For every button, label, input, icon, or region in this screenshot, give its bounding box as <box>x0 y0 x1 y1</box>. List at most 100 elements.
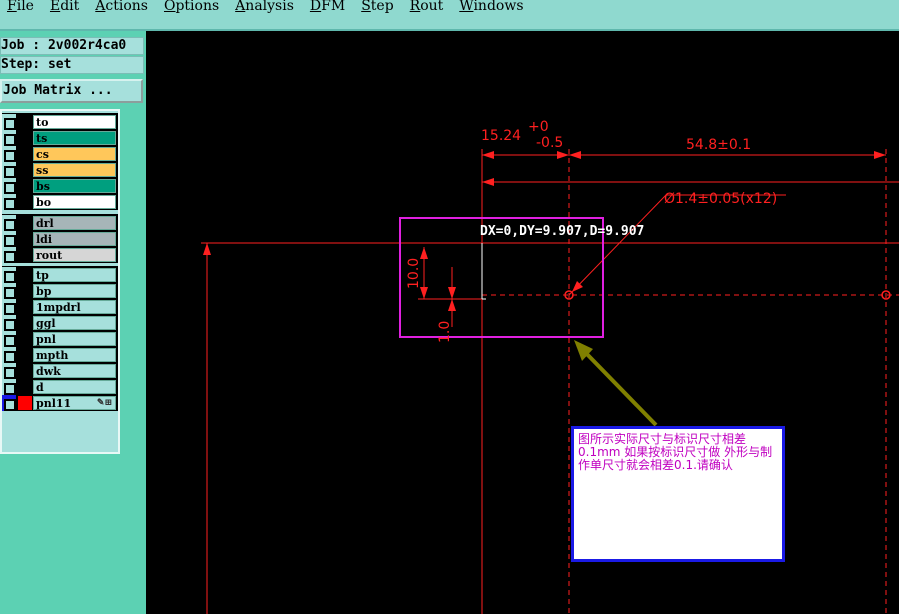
layer-name[interactable]: ldi <box>33 232 116 246</box>
layer-name[interactable]: bo <box>33 195 116 209</box>
layer-color-swatch[interactable] <box>18 131 32 145</box>
menu-file[interactable]: File <box>7 0 34 13</box>
layer-row-1mpdrl[interactable]: 1mpdrl <box>2 299 118 315</box>
callout-arrow <box>580 347 658 427</box>
menu-step[interactable]: Step <box>361 0 393 13</box>
layer-color-swatch[interactable] <box>18 396 32 410</box>
layer-row-pnl[interactable]: pnl <box>2 331 118 347</box>
layer-row-d[interactable]: d <box>2 379 118 395</box>
layer-name[interactable]: ss <box>33 163 116 177</box>
menu-rout[interactable]: Rout <box>410 0 444 13</box>
layer-checkbox[interactable] <box>2 283 16 299</box>
layer-checkbox[interactable] <box>2 331 16 347</box>
review-note: 图所示实际尺寸与标识尺寸相差0.1mm 如果按标识尺寸做 外形与制作单尺寸就会相… <box>571 426 785 562</box>
drawing-svg: 15.24 +0 -0.5 54.8±0.1 Ø1.4±0.05(x12) 10… <box>201 119 899 614</box>
layer-row-ldi[interactable]: ldi <box>2 231 118 247</box>
layer-row-ggl[interactable]: ggl <box>2 315 118 331</box>
layer-list: to ts cs ss bs bo drl ldi rout tp bp 1mpdrl ggl pnl mp… <box>0 109 120 454</box>
layer-checkbox[interactable] <box>2 231 16 247</box>
layer-checkbox[interactable] <box>2 130 16 146</box>
layer-color-swatch[interactable] <box>18 179 32 193</box>
layer-name[interactable]: ggl <box>33 316 116 330</box>
layer-row-pnl11[interactable]: pnl11 ✎⊞ <box>2 395 118 411</box>
layer-name[interactable]: 1mpdrl <box>33 300 116 314</box>
layer-color-swatch[interactable] <box>18 316 32 330</box>
menu-dfm[interactable]: DFM <box>310 0 345 13</box>
hole-leader <box>568 194 667 296</box>
layer-name[interactable]: ts <box>33 131 116 145</box>
dim-text-1: 1.0 <box>437 321 453 343</box>
layer-color-swatch[interactable] <box>18 348 32 362</box>
arrow-head <box>203 243 211 255</box>
layer-checkbox[interactable] <box>2 395 16 411</box>
layer-color-swatch[interactable] <box>18 147 32 161</box>
layer-name[interactable]: dwk <box>33 364 116 378</box>
layer-row-bo[interactable]: bo <box>2 194 118 210</box>
dim-text-10: 10.0 <box>406 258 422 289</box>
layer-row-bp[interactable]: bp <box>2 283 118 299</box>
layer-row-cs[interactable]: cs <box>2 146 118 162</box>
layer-checkbox[interactable] <box>2 215 16 231</box>
layer-row-dwk[interactable]: dwk <box>2 363 118 379</box>
layer-color-swatch[interactable] <box>18 195 32 209</box>
layer-checkbox[interactable] <box>2 363 16 379</box>
layer-color-swatch[interactable] <box>18 268 32 282</box>
layer-checkbox[interactable] <box>2 315 16 331</box>
measurement-readout: DX=0,DY=9.907,D=9.907 <box>480 224 645 239</box>
layer-checkbox[interactable] <box>2 247 16 263</box>
layer-color-swatch[interactable] <box>18 248 32 262</box>
layer-name[interactable]: pnl11 ✎⊞ <box>33 396 116 410</box>
layer-row-ss[interactable]: ss <box>2 162 118 178</box>
layer-checkbox[interactable] <box>2 347 16 363</box>
layer-checkbox[interactable] <box>2 379 16 395</box>
layer-row-rout[interactable]: rout <box>2 247 118 263</box>
layer-name[interactable]: rout <box>33 248 116 262</box>
layer-name[interactable]: mpth <box>33 348 116 362</box>
layer-name[interactable]: pnl <box>33 332 116 346</box>
layer-checkbox[interactable] <box>2 299 16 315</box>
menu-windows[interactable]: Windows <box>459 0 523 13</box>
layer-color-swatch[interactable] <box>18 380 32 394</box>
layer-row-mpth[interactable]: mpth <box>2 347 118 363</box>
step-name-label: Step: set <box>0 56 144 74</box>
layer-checkbox[interactable] <box>2 178 16 194</box>
menu-analysis[interactable]: Analysis <box>235 0 294 13</box>
job-name-label: Job : 2v002r4ca0 <box>0 37 144 55</box>
layer-row-drl[interactable]: drl <box>2 215 118 231</box>
layer-row-bs[interactable]: bs <box>2 178 118 194</box>
layer-name[interactable]: d <box>33 380 116 394</box>
layer-checkbox[interactable] <box>2 146 16 162</box>
menu-actions[interactable]: Actions <box>95 0 148 13</box>
layer-edit-icon[interactable]: ✎⊞ <box>97 397 112 410</box>
layer-row-ts[interactable]: ts <box>2 130 118 146</box>
menu-edit[interactable]: Edit <box>50 0 79 13</box>
layer-color-swatch[interactable] <box>18 115 32 129</box>
dim-tol-minus: -0.5 <box>536 135 563 151</box>
menu-bar: File Edit Actions Options Analysis DFM S… <box>0 0 899 31</box>
layer-color-swatch[interactable] <box>18 300 32 314</box>
layer-color-swatch[interactable] <box>18 364 32 378</box>
layer-name[interactable]: bp <box>33 284 116 298</box>
layer-name[interactable]: cs <box>33 147 116 161</box>
layer-checkbox[interactable] <box>2 267 16 283</box>
layer-name[interactable]: tp <box>33 268 116 282</box>
layer-color-swatch[interactable] <box>18 284 32 298</box>
layer-row-tp[interactable]: tp <box>2 267 118 283</box>
left-panel: Job : 2v002r4ca0 Step: set Job Matrix ..… <box>0 31 146 614</box>
dim-text-hole: Ø1.4±0.05(x12) <box>664 191 777 207</box>
layer-checkbox[interactable] <box>2 114 16 130</box>
layer-color-swatch[interactable] <box>18 332 32 346</box>
layer-color-swatch[interactable] <box>18 163 32 177</box>
layer-name[interactable]: to <box>33 115 116 129</box>
job-matrix-button[interactable]: Job Matrix ... <box>0 79 143 103</box>
layer-name[interactable]: drl <box>33 216 116 230</box>
menu-options[interactable]: Options <box>164 0 219 13</box>
dim-tol-plus: +0 <box>528 119 549 135</box>
layer-checkbox[interactable] <box>2 194 16 210</box>
layer-name[interactable]: bs <box>33 179 116 193</box>
layer-checkbox[interactable] <box>2 162 16 178</box>
layer-row-to[interactable]: to <box>2 114 118 130</box>
layer-color-swatch[interactable] <box>18 216 32 230</box>
layer-color-swatch[interactable] <box>18 232 32 246</box>
graphic-canvas[interactable]: 15.24 +0 -0.5 54.8±0.1 Ø1.4±0.05(x12) 10… <box>146 31 899 614</box>
